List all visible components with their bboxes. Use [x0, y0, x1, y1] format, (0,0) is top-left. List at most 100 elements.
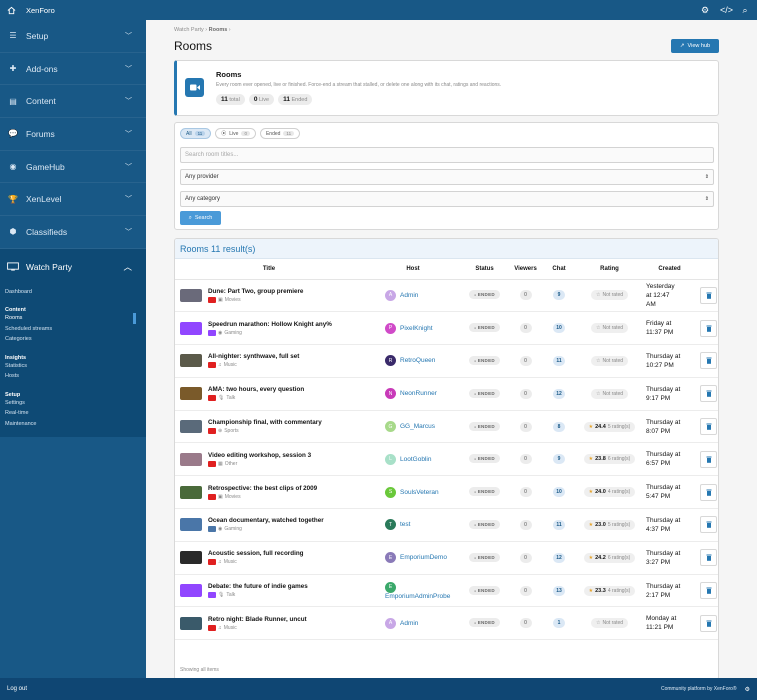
avatar[interactable]: A [385, 617, 396, 629]
delete-button[interactable] [700, 319, 717, 337]
table-row[interactable]: AMA: two hours, every question 🎙 Talk NN… [175, 377, 718, 411]
delete-button[interactable] [700, 286, 717, 304]
table-row[interactable]: Acoustic session, full recording ♫ Music… [175, 541, 718, 575]
avatar[interactable]: P [385, 322, 396, 334]
avatar[interactable]: G [385, 421, 396, 433]
breadcrumb-root[interactable]: Watch Party [174, 27, 204, 33]
room-title[interactable]: Championship final, with commentary [208, 419, 322, 426]
sidebar-item-forums[interactable]: 💬 Forums ﹀ [0, 118, 146, 151]
host-link[interactable]: EmporiumAdminProbe [385, 593, 450, 600]
room-thumbnail[interactable] [180, 321, 202, 335]
table-row[interactable]: All-nighter: synthwave, full set ♫ Music… [175, 344, 718, 378]
delete-button[interactable] [700, 418, 717, 436]
column-header-created[interactable]: Created [646, 259, 693, 280]
room-title[interactable]: AMA: two hours, every question [208, 386, 304, 393]
delete-button[interactable] [700, 582, 717, 600]
delete-button[interactable] [700, 483, 717, 501]
table-row[interactable]: Debate: the future of indie games 🎙 Talk… [175, 574, 718, 608]
table-row[interactable]: Dune: Part Two, group premiere ▣ Movies … [175, 279, 718, 313]
table-row[interactable]: Ocean documentary, watched together ◉ Ga… [175, 508, 718, 542]
host-link[interactable]: NeonRunner [400, 390, 437, 397]
sidebar-link-dashboard[interactable]: Dashboard [0, 287, 146, 298]
tab-ended[interactable]: Ended 11 [259, 128, 301, 139]
room-title[interactable]: Dune: Part Two, group premiere [208, 288, 303, 295]
room-thumbnail[interactable] [180, 485, 202, 499]
room-title[interactable]: Debate: the future of indie games [208, 583, 308, 590]
code-icon[interactable]: </> [720, 5, 733, 15]
table-row[interactable]: Championship final, with commentary ⊕ Sp… [175, 410, 718, 444]
sidebar-item-content[interactable]: ▤ Content ﹀ [0, 85, 146, 119]
room-thumbnail[interactable] [180, 420, 202, 434]
column-header-rating[interactable]: Rating [573, 259, 646, 280]
room-thumbnail[interactable] [180, 518, 202, 532]
avatar[interactable]: A [385, 289, 396, 301]
room-title[interactable]: Acoustic session, full recording [208, 550, 304, 557]
sidebar-link-hosts[interactable]: Hosts [0, 371, 146, 382]
tab-live[interactable]: ⦿ Live 0 [215, 128, 256, 139]
table-row[interactable]: Speedrun marathon: Hollow Knight any% ◉ … [175, 311, 718, 346]
delete-button[interactable] [700, 352, 717, 370]
host-link[interactable]: GG_Marcus [400, 423, 435, 430]
table-row[interactable]: Retrospective: the best clips of 2009 ▣ … [175, 475, 718, 510]
host-link[interactable]: SoulsVeteran [400, 489, 439, 496]
gear-icon[interactable]: ⚙ [745, 686, 750, 693]
column-header-title[interactable]: Title [175, 259, 363, 280]
host-link[interactable]: LootGoblin [400, 456, 431, 463]
host-link[interactable]: RetroQueen [400, 357, 435, 364]
column-header-viewers[interactable]: Viewers [506, 259, 545, 280]
avatar[interactable]: T [385, 519, 396, 531]
room-thumbnail[interactable] [180, 452, 202, 466]
delete-button[interactable] [700, 549, 717, 567]
room-title[interactable]: Retrospective: the best clips of 2009 [208, 485, 317, 492]
sidebar-link-categories[interactable]: Categories [0, 334, 146, 345]
breadcrumb-current[interactable]: Rooms [209, 27, 228, 33]
provider-select[interactable]: Any provider ⇕ [180, 169, 714, 185]
column-header-host[interactable]: Host [363, 259, 463, 280]
room-thumbnail[interactable] [180, 584, 202, 598]
avatar[interactable]: S [385, 486, 396, 498]
tab-all[interactable]: All 11 [180, 128, 212, 139]
avatar[interactable]: E [385, 552, 396, 564]
column-header-status[interactable]: Status [463, 259, 506, 280]
sidebar-link-realtime[interactable]: Real-time [0, 408, 146, 419]
copyright[interactable]: Community platform by XenForo® [661, 686, 737, 692]
table-row[interactable]: Retro night: Blade Runner, uncut ♫ Music… [175, 606, 718, 641]
room-thumbnail[interactable] [180, 354, 202, 368]
sidebar-item-xenlevel[interactable]: 🏆 XenLevel ﹀ [0, 183, 146, 217]
host-link[interactable]: Admin [400, 292, 418, 299]
delete-button[interactable] [700, 614, 717, 632]
category-select[interactable]: Any category ⇕ [180, 191, 714, 207]
column-header-chat[interactable]: Chat [545, 259, 573, 280]
sidebar-item-add-ons[interactable]: ✚ Add-ons ﹀ [0, 53, 146, 86]
home-icon[interactable] [7, 6, 16, 15]
sidebar-item-setup[interactable]: ☰ Setup ﹀ [0, 20, 146, 53]
search-icon[interactable]: ⌕ [740, 5, 750, 15]
search-input[interactable]: Search room titles... [180, 147, 714, 163]
search-button[interactable]: ⌕ Search [180, 211, 221, 225]
delete-button[interactable] [700, 516, 717, 534]
sidebar-link-statistics[interactable]: Statistics [0, 361, 146, 372]
room-thumbnail[interactable] [180, 616, 202, 630]
host-link[interactable]: Admin [400, 620, 418, 627]
room-title[interactable]: Speedrun marathon: Hollow Knight any% [208, 321, 332, 328]
host-link[interactable]: PixelKnight [400, 325, 433, 332]
sidebar-watch-party-header[interactable]: Watch Party ︿ [0, 249, 146, 285]
room-title[interactable]: All-nighter: synthwave, full set [208, 353, 299, 360]
room-thumbnail[interactable] [180, 387, 202, 401]
avatar[interactable]: N [385, 388, 396, 400]
room-thumbnail[interactable] [180, 551, 202, 565]
room-thumbnail[interactable] [180, 288, 202, 302]
sidebar-link-settings[interactable]: Settings [0, 398, 146, 409]
avatar[interactable]: R [385, 355, 396, 367]
sidebar-link-scheduled[interactable]: Scheduled streams [0, 324, 146, 335]
room-title[interactable]: Retro night: Blade Runner, uncut [208, 616, 307, 623]
brand-link[interactable]: XenForo [26, 6, 55, 15]
delete-button[interactable] [700, 385, 717, 403]
table-row[interactable]: Video editing workshop, session 3 ▦ Othe… [175, 442, 718, 477]
room-title[interactable]: Ocean documentary, watched together [208, 517, 324, 524]
host-link[interactable]: test [400, 521, 410, 528]
settings-icon[interactable]: ⚙ [700, 5, 710, 15]
sidebar-link-rooms[interactable]: Rooms [0, 313, 146, 324]
sidebar-item-gamehub[interactable]: ◉ GameHub ﹀ [0, 151, 146, 184]
room-title[interactable]: Video editing workshop, session 3 [208, 452, 311, 459]
